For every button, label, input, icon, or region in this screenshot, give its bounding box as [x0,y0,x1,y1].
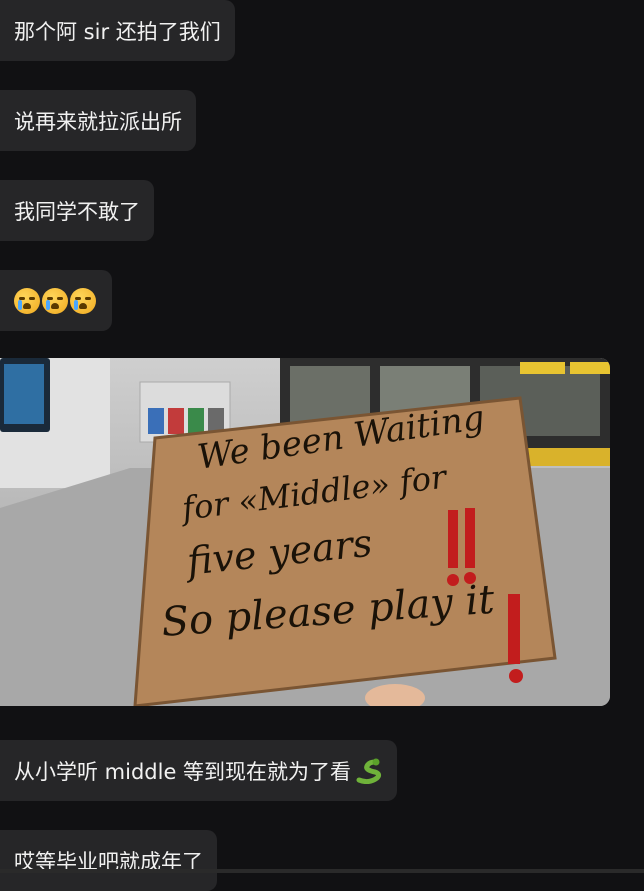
crying-face-icon [42,287,68,314]
chat-message-bubble[interactable]: 那个阿 sir 还拍了我们 [0,0,235,61]
chat-message-bubble[interactable]: 我同学不敢了 [0,180,154,241]
snake-icon [356,758,382,784]
chat-message-bubble[interactable] [0,270,112,331]
bottom-divider [0,869,644,873]
chat-message-bubble[interactable]: 从小学听 middle 等到现在就为了看 [0,740,398,801]
crying-face-icon [14,287,40,314]
message-text: 我同学不敢了 [14,199,140,224]
chat-message-bubble[interactable]: 哎等毕业吧就成年了 [0,830,217,891]
message-text: 那个阿 sir 还拍了我们 [14,19,221,44]
crying-face-icon [70,287,96,314]
message-text: 从小学听 middle 等到现在就为了看 [14,759,352,784]
chat-message-bubble[interactable]: 说再来就拉派出所 [0,90,196,151]
message-text: 说再来就拉派出所 [14,109,182,134]
